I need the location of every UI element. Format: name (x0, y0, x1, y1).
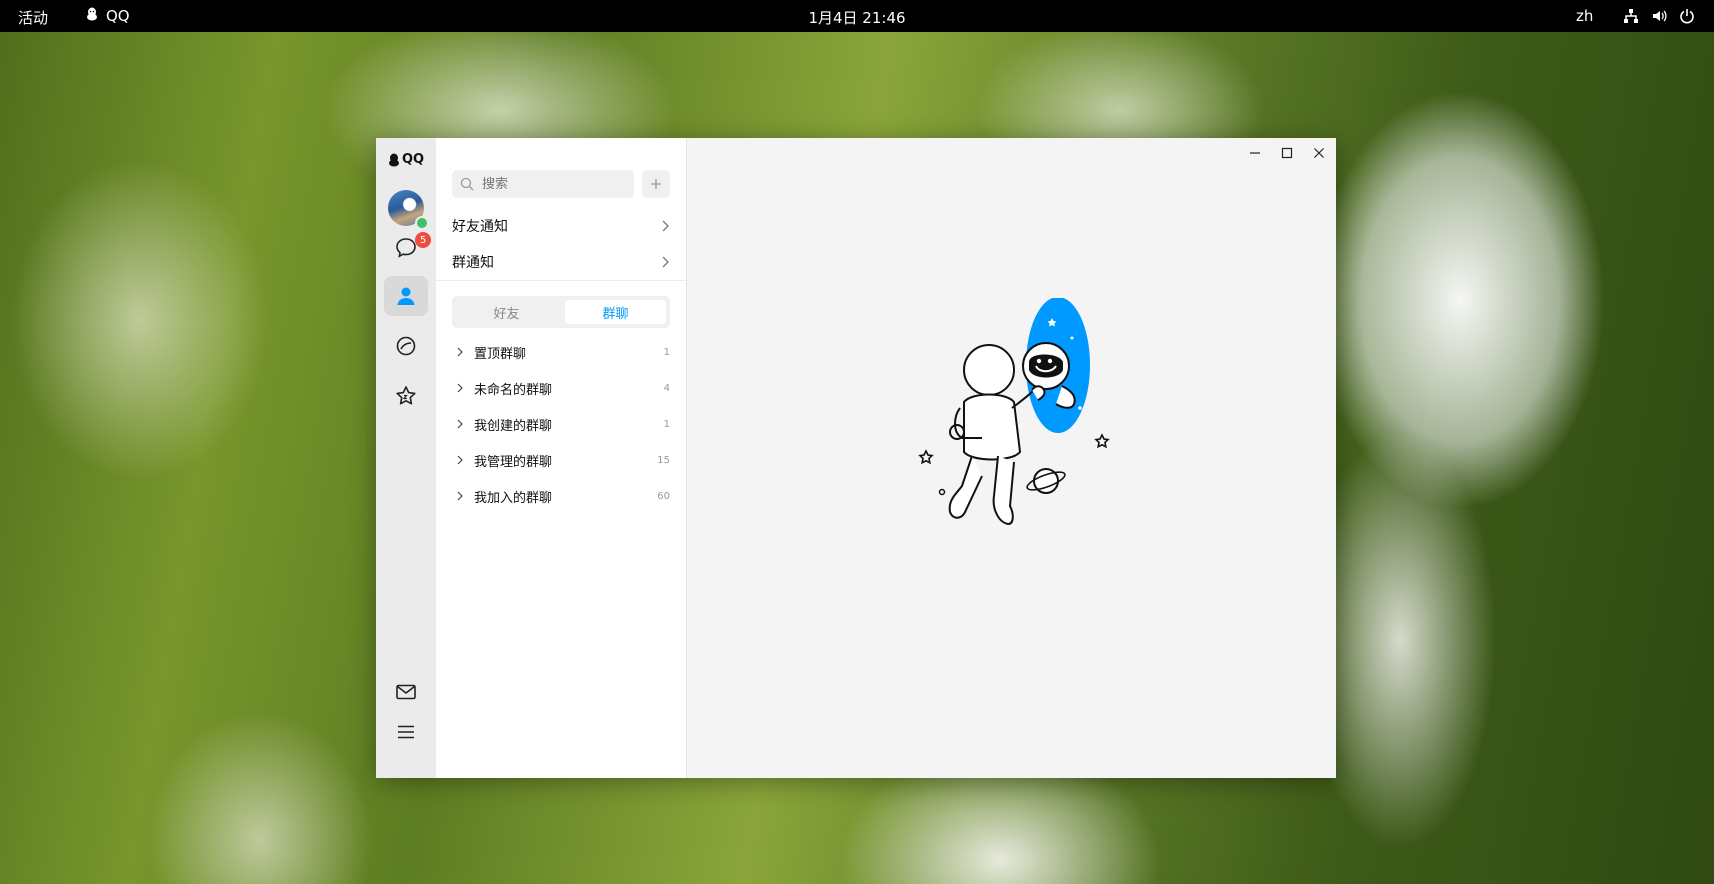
tab-friends[interactable]: 好友 (456, 300, 557, 324)
group-category-count: 60 (657, 490, 670, 502)
divider (436, 280, 686, 281)
nav-contacts[interactable] (384, 276, 428, 316)
minimize-icon (1250, 152, 1260, 154)
chevron-right-icon (662, 220, 669, 232)
qq-window: QQ 5 好友通知 (376, 138, 1336, 778)
nav-sidebar: QQ 5 (376, 138, 436, 778)
search-input[interactable] (480, 175, 624, 193)
system-tray[interactable] (1622, 7, 1696, 25)
qq-penguin-icon (86, 7, 98, 25)
contact-type-tabs: 好友 群聊 (452, 296, 670, 328)
minimize-button[interactable] (1246, 144, 1264, 162)
add-button[interactable] (642, 170, 670, 198)
close-button[interactable] (1310, 144, 1328, 162)
nav-favorites[interactable] (384, 376, 428, 416)
nav-mail[interactable] (384, 672, 428, 712)
friend-notice-row[interactable]: 好友通知 (452, 210, 670, 242)
star-icon (396, 386, 416, 405)
group-category-name: 置顶群聊 (474, 346, 527, 362)
app-name: QQ (106, 7, 130, 25)
group-category-count: 1 (663, 346, 670, 358)
power-icon[interactable] (1678, 7, 1696, 25)
maximize-button[interactable] (1278, 144, 1296, 162)
brand-label: QQ (402, 152, 425, 167)
chevron-right-icon (662, 256, 669, 268)
contact-list-panel: 好友通知 群通知 好友 群聊 置顶群聊 1 未命名的群聊 4 我创建的群聊 1 (436, 138, 687, 778)
network-icon[interactable] (1622, 7, 1640, 25)
group-category-row[interactable]: 置顶群聊 1 (452, 336, 670, 368)
app-menu[interactable]: QQ (86, 7, 130, 25)
plus-icon (651, 179, 661, 189)
tab-groups[interactable]: 群聊 (565, 300, 666, 324)
clock[interactable]: 1月4日 21:46 (808, 9, 905, 27)
chevron-right-icon (452, 419, 468, 429)
planet-ring-icon (396, 336, 416, 356)
contact-person-icon (397, 287, 415, 305)
group-category-name: 我创建的群聊 (474, 418, 553, 434)
volume-icon[interactable] (1650, 7, 1668, 25)
chevron-right-icon (452, 347, 468, 357)
hamburger-menu-icon (398, 725, 414, 739)
group-notice-label: 群通知 (452, 255, 494, 271)
group-category-name: 我管理的群聊 (474, 454, 553, 470)
search-box[interactable] (452, 170, 634, 198)
group-category-name: 未命名的群聊 (474, 382, 553, 398)
group-category-name: 我加入的群聊 (474, 490, 553, 506)
search-icon (460, 177, 474, 191)
astronaut-illustration (918, 298, 1110, 526)
chevron-right-icon (452, 491, 468, 501)
group-notice-row[interactable]: 群通知 (452, 246, 670, 278)
group-category-row[interactable]: 我加入的群聊 60 (452, 480, 670, 512)
input-language[interactable]: zh (1576, 7, 1593, 25)
qq-penguin-logo-icon (389, 153, 399, 166)
group-category-count: 1 (663, 418, 670, 430)
chevron-right-icon (452, 455, 468, 465)
nav-messages[interactable]: 5 (384, 228, 431, 268)
qq-logo: QQ (388, 152, 424, 167)
close-icon (1314, 148, 1324, 158)
clock-area: 1月4日 21:46 (0, 7, 1714, 28)
group-category-count: 15 (657, 454, 670, 466)
group-category-count: 4 (663, 382, 670, 394)
mail-icon (396, 684, 416, 700)
group-category-row[interactable]: 我创建的群聊 1 (452, 408, 670, 440)
chevron-right-icon (452, 383, 468, 393)
nav-menu[interactable] (384, 712, 428, 752)
group-category-row[interactable]: 我管理的群聊 15 (452, 444, 670, 476)
maximize-icon (1281, 147, 1293, 159)
window-controls (1246, 144, 1328, 162)
top-bar: 活动 QQ 1月4日 21:46 zh (0, 0, 1714, 32)
nav-space[interactable] (384, 326, 428, 366)
unread-badge: 5 (415, 232, 431, 248)
friend-notice-label: 好友通知 (452, 219, 508, 235)
activities-button[interactable]: 活动 (18, 7, 48, 28)
group-category-row[interactable]: 未命名的群聊 4 (452, 372, 670, 404)
